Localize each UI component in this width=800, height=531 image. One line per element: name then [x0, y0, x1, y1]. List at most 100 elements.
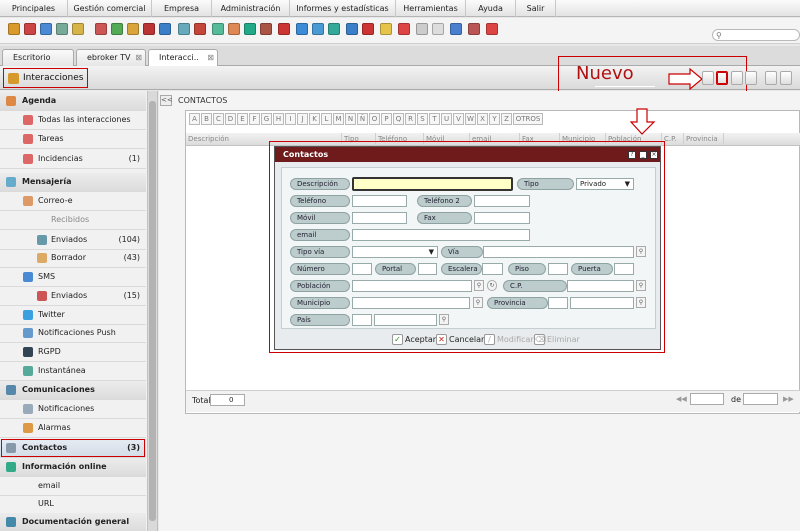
menu-informes[interactable]: Informes y estadísticas — [290, 0, 396, 17]
scrollbar-thumb[interactable] — [149, 101, 156, 521]
sidebar-item-instantanea[interactable]: Instantánea — [0, 362, 146, 381]
letter-filter[interactable]: V — [453, 113, 464, 125]
menu-salir[interactable]: Salir — [516, 0, 556, 17]
module-icon[interactable] — [244, 23, 256, 35]
portal-input[interactable] — [418, 263, 437, 275]
letter-filter[interactable]: N — [345, 113, 356, 125]
module-icon[interactable] — [362, 23, 374, 35]
module-icon[interactable] — [328, 23, 340, 35]
telefono-input[interactable] — [352, 195, 407, 207]
close-icon[interactable]: × — [650, 151, 658, 159]
last-page-icon[interactable]: ▶▶ — [783, 395, 794, 403]
view-button[interactable] — [702, 71, 714, 85]
sidebar-section-documentacion[interactable]: Documentación general — [0, 513, 146, 531]
global-search-input[interactable]: ⚲ — [712, 29, 800, 41]
sidebar-item-url[interactable]: URL — [0, 495, 146, 514]
pais-input[interactable] — [374, 314, 437, 326]
movil-input[interactable] — [352, 212, 407, 224]
collapse-button[interactable]: << — [160, 95, 173, 106]
tab-interacciones[interactable]: Interacci.. ⊠ — [148, 49, 218, 66]
municipio-input[interactable] — [352, 297, 470, 309]
lookup-icon[interactable]: ⚲ — [473, 297, 483, 308]
module-icon[interactable] — [486, 23, 498, 35]
lookup-icon[interactable]: ⚲ — [439, 314, 449, 325]
refresh-icon[interactable]: ↻ — [487, 280, 497, 291]
letter-filter[interactable]: M — [333, 113, 344, 125]
module-icon[interactable] — [72, 23, 84, 35]
letter-filter[interactable]: G — [261, 113, 272, 125]
module-icon[interactable] — [228, 23, 240, 35]
letter-filter[interactable]: L — [321, 113, 332, 125]
letter-filter[interactable]: K — [309, 113, 320, 125]
letter-filter[interactable]: O — [369, 113, 380, 125]
email-input[interactable] — [352, 229, 530, 241]
sidebar-item-rgpd[interactable]: RGPD — [0, 343, 146, 362]
menu-principales[interactable]: Principales — [0, 0, 68, 17]
delete-button[interactable]: ⌫ Eliminar — [534, 333, 580, 346]
lookup-icon[interactable]: ⚲ — [636, 297, 646, 308]
module-icon[interactable] — [312, 23, 324, 35]
cancel-button[interactable]: ✕ Cancelar — [436, 333, 484, 346]
sidebar-item-correo[interactable]: Correo-e — [0, 192, 146, 211]
fax-input[interactable] — [474, 212, 530, 224]
module-icon[interactable] — [212, 23, 224, 35]
module-icon[interactable] — [143, 23, 155, 35]
new-button[interactable] — [716, 71, 728, 85]
menu-administracion[interactable]: Administración — [212, 0, 290, 17]
sidebar-item-recibidos[interactable]: Recibidos — [0, 211, 146, 230]
letter-filter[interactable]: S — [417, 113, 428, 125]
letter-filter[interactable]: E — [237, 113, 248, 125]
poblacion-input[interactable] — [352, 280, 472, 292]
via-input[interactable] — [483, 246, 634, 258]
letter-filter[interactable]: Ñ — [357, 113, 368, 125]
modify-button[interactable]: / Modificar — [484, 333, 534, 346]
module-icon[interactable] — [450, 23, 462, 35]
sidebar-item-push[interactable]: Notificaciones Push — [0, 324, 146, 343]
close-icon[interactable]: ⊠ — [207, 50, 214, 65]
sidebar-scrollbar[interactable] — [147, 91, 157, 531]
letter-filter[interactable]: W — [465, 113, 476, 125]
help-icon[interactable]: ? — [628, 151, 636, 159]
sidebar-item-enviados[interactable]: Enviados (104) — [0, 231, 146, 250]
provincia-input[interactable] — [570, 297, 634, 309]
module-icon[interactable] — [8, 23, 20, 35]
sidebar-item-borrador[interactable]: Borrador (43) — [0, 249, 146, 268]
letter-filter[interactable]: B — [201, 113, 212, 125]
module-icon[interactable] — [432, 23, 444, 35]
sidebar-item-tareas[interactable]: Tareas — [0, 130, 146, 149]
tipo-via-select[interactable]: ▼ — [352, 246, 438, 258]
letter-filter[interactable]: R — [405, 113, 416, 125]
tab-ebroker-tv[interactable]: ebroker TV ⊠ — [76, 49, 146, 66]
export-button[interactable] — [780, 71, 792, 85]
sidebar-item-incidencias[interactable]: Incidencias (1) — [0, 150, 146, 169]
letter-filter[interactable]: OTROS — [513, 113, 543, 125]
accept-button[interactable]: ✓ Aceptar — [392, 333, 436, 346]
descripcion-input[interactable] — [352, 177, 513, 191]
letter-filter[interactable]: U — [441, 113, 452, 125]
menu-ayuda[interactable]: Ayuda — [466, 0, 516, 17]
letter-filter[interactable]: Z — [501, 113, 512, 125]
puerta-input[interactable] — [614, 263, 634, 275]
letter-filter[interactable]: F — [249, 113, 260, 125]
column-header[interactable]: Provincia — [684, 133, 724, 146]
lookup-icon[interactable]: ⚲ — [636, 246, 646, 257]
sidebar-section-mensajeria[interactable]: Mensajería — [0, 173, 146, 192]
lookup-icon[interactable]: ⚲ — [636, 280, 646, 291]
page-input[interactable] — [690, 393, 724, 405]
letter-filter[interactable]: C — [213, 113, 224, 125]
letter-filter[interactable]: Y — [489, 113, 500, 125]
menu-herramientas[interactable]: Herramientas — [396, 0, 466, 17]
module-icon[interactable] — [111, 23, 123, 35]
module-icon[interactable] — [178, 23, 190, 35]
piso-input[interactable] — [548, 263, 568, 275]
tipo-select[interactable]: Privado ▼ — [576, 178, 634, 190]
module-icon[interactable] — [278, 23, 290, 35]
close-icon[interactable]: ⊠ — [135, 50, 142, 65]
letter-filter[interactable]: A — [189, 113, 200, 125]
module-icon[interactable] — [127, 23, 139, 35]
letter-filter[interactable]: P — [381, 113, 392, 125]
first-page-icon[interactable]: ◀◀ — [676, 395, 687, 403]
module-icon[interactable] — [468, 23, 480, 35]
numero-input[interactable] — [352, 263, 372, 275]
sidebar-section-comunicaciones[interactable]: Comunicaciones — [0, 381, 146, 400]
